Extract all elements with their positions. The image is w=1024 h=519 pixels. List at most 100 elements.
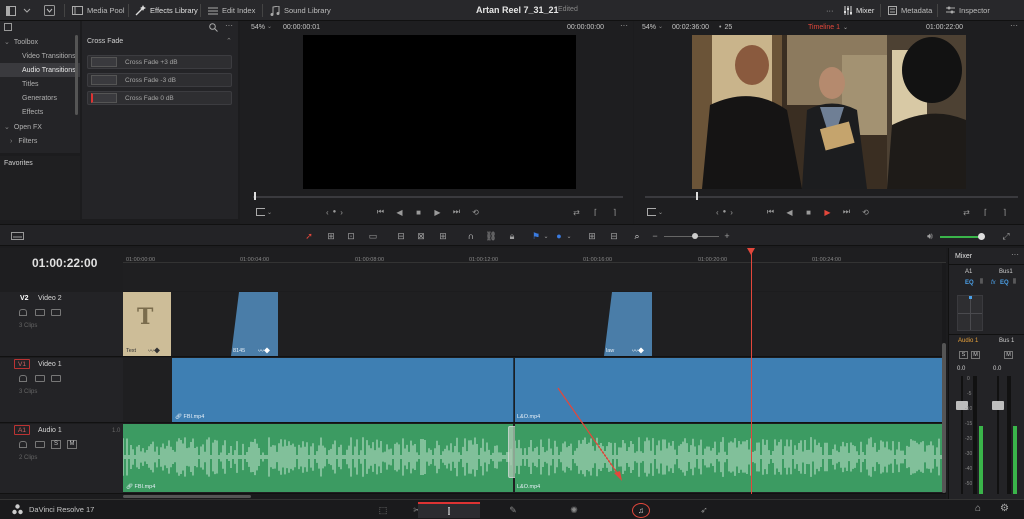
reverse-icon[interactable]: ◀ (395, 208, 404, 217)
page-tab-color[interactable]: ✺ (543, 502, 605, 518)
chevron-down-icon[interactable]: ⌄ (541, 231, 551, 241)
timeline-ruler[interactable]: 01:00:00:00 01:00:04:00 01:00:08:00 01:0… (123, 248, 946, 263)
fader-track[interactable] (961, 376, 963, 494)
track-header-v2[interactable]: V2 Video 2 3 Clips (0, 292, 123, 357)
fader-icon[interactable]: ⫼ (980, 279, 983, 286)
lock-icon[interactable]: 🔒︎ (507, 231, 517, 241)
overwrite-clip-icon[interactable]: ⊠ (416, 231, 426, 241)
more-options-icon[interactable]: ··· (1011, 250, 1019, 259)
tree-item-open-fx[interactable]: ⌄ Open FX (0, 120, 80, 134)
timeline-viewer-screen[interactable] (692, 35, 966, 189)
mixer-button[interactable]: Mixer (843, 3, 874, 18)
stop-icon[interactable]: ■ (804, 208, 813, 217)
page-tab-fusion[interactable]: ✎ (482, 502, 544, 518)
timeline-vscroll-track[interactable] (942, 263, 946, 493)
tree-item-audio-transitions[interactable]: Audio Transitions (0, 63, 80, 77)
panel-toggle-icon[interactable] (6, 3, 16, 18)
view-mode-icon[interactable] (647, 208, 656, 217)
trim-tool-icon[interactable]: ⊞ (326, 231, 336, 241)
track-id[interactable]: A1 (14, 425, 30, 435)
track-visibility-icon[interactable] (51, 309, 61, 316)
effect-item[interactable]: Cross Fade 0 dB (87, 91, 232, 105)
fader-track[interactable] (997, 376, 999, 494)
volume-icon[interactable]: 🔊︎ (925, 231, 935, 241)
edit-index-button[interactable]: Edit Index (208, 3, 255, 18)
lock-icon[interactable] (19, 441, 27, 448)
timeline-scrub-handle[interactable] (696, 192, 698, 200)
fx-button[interactable]: fx (991, 280, 996, 286)
tree-item-effects[interactable]: Effects (0, 105, 80, 119)
mute-button[interactable]: M (1004, 351, 1013, 359)
source-scrubber[interactable] (253, 196, 623, 198)
track-header-a1[interactable]: A1 Audio 1 1.0 S M 2 Clips (0, 424, 123, 494)
zoom-out-icon[interactable]: − (650, 231, 660, 241)
expand-icon[interactable] (22, 3, 32, 18)
track-lane-v1[interactable]: 🔗︎ FBI.mp4 L&O.mp4 (123, 358, 946, 423)
loop-icon[interactable]: ⟲ (471, 208, 480, 217)
settings-gear-icon[interactable]: ⚙ (1000, 503, 1009, 514)
audio-clip[interactable]: 🔗︎ FBI.mp4 (123, 424, 513, 492)
mute-button[interactable]: M (67, 440, 77, 449)
page-tab-edit[interactable]: ⫿ (418, 502, 480, 518)
timeline-vscroll-thumb[interactable] (942, 343, 946, 493)
selection-tool-icon[interactable]: ➚ (304, 231, 314, 241)
timeline-scrubber[interactable] (645, 196, 1018, 198)
zoom-slider-handle[interactable] (692, 233, 698, 239)
keyboard-icon[interactable] (10, 231, 24, 241)
collapse-icon[interactable]: ⌃ (226, 37, 232, 45)
snapping-icon[interactable]: ∩ (466, 231, 476, 241)
timeline-timecode[interactable]: 01:00:22:00 (32, 256, 97, 270)
eq-button[interactable]: EQ (1000, 280, 1009, 286)
skip-start-icon[interactable]: ⏮ (376, 207, 385, 217)
fader-icon[interactable]: ⫼ (1013, 279, 1016, 286)
more-options-icon[interactable]: ··· (620, 21, 628, 30)
insert-clip-icon[interactable]: ⊟ (396, 231, 406, 241)
source-viewer-screen[interactable] (303, 35, 576, 189)
video-clip[interactable]: 🔗︎ FBI.mp4 (172, 358, 514, 422)
effects-library-button[interactable]: Effects Library (135, 3, 198, 18)
volume-slider-handle[interactable] (978, 233, 985, 240)
mark-in-icon[interactable]: ⌈ (591, 208, 600, 217)
page-tab-fairlight[interactable]: ♫ (610, 502, 672, 518)
marker-icon[interactable]: ● (554, 231, 564, 241)
solo-button[interactable]: S (51, 440, 61, 449)
skip-end-icon[interactable]: ⏭ (842, 207, 851, 217)
home-icon[interactable]: ⌂ (975, 503, 981, 514)
playhead[interactable] (751, 248, 752, 494)
track-lane-v2[interactable]: T Text 〰◆ 8145 〰◆ law 〰◆ (123, 292, 946, 357)
video-clip[interactable]: law 〰◆ (604, 292, 652, 356)
more-options-icon[interactable]: ··· (225, 21, 233, 30)
blade-tool-icon[interactable]: ▭ (368, 231, 378, 241)
tree-item-video-transitions[interactable]: Video Transitions (0, 49, 80, 63)
timeline-name[interactable]: Timeline 1 ⌄ (808, 21, 848, 34)
auto-select-icon[interactable] (35, 309, 45, 316)
metadata-button[interactable]: Metadata (888, 3, 932, 18)
lock-icon[interactable] (19, 309, 27, 316)
auto-select-icon[interactable] (35, 375, 45, 382)
eq-button[interactable]: EQ (965, 280, 974, 286)
track-id[interactable]: V1 (14, 359, 30, 369)
dropdown-icon[interactable] (44, 3, 55, 18)
timeline-jog[interactable]: ‹ ● › (716, 204, 733, 220)
tree-item-toolbox[interactable]: ⌄ Toolbox (0, 35, 80, 49)
track-name[interactable]: Video 1 (38, 361, 62, 368)
play-icon[interactable]: ▶ (433, 208, 442, 217)
playhead-handle[interactable] (747, 248, 755, 255)
tree-item-filters[interactable]: › Filters (0, 134, 80, 148)
more-options-icon[interactable]: ··· (1010, 21, 1018, 30)
view-mode-icon[interactable] (256, 208, 265, 217)
auto-select-icon[interactable] (35, 441, 45, 448)
timeline-zoom[interactable]: 54% (642, 21, 656, 34)
mark-out-icon[interactable]: ⌉ (610, 208, 619, 217)
loop-icon[interactable]: ⟲ (861, 208, 870, 217)
track-header-v1[interactable]: V1 Video 1 3 Clips (0, 358, 123, 423)
media-pool-button[interactable]: Media Pool (72, 3, 125, 18)
track-name[interactable]: Audio 1 (38, 427, 62, 434)
replace-clip-icon[interactable]: ⊞ (438, 231, 448, 241)
inspector-button[interactable]: Inspector (946, 3, 990, 18)
title-clip[interactable]: T Text 〰◆ (123, 292, 171, 356)
mark-in-icon[interactable]: ⌈ (981, 208, 990, 217)
stop-icon[interactable]: ■ (414, 208, 423, 217)
track-lane-a1[interactable]: 🔗︎ FBI.mp4 L&O.mp4 (123, 424, 946, 494)
source-zoom[interactable]: 54% (251, 21, 265, 34)
